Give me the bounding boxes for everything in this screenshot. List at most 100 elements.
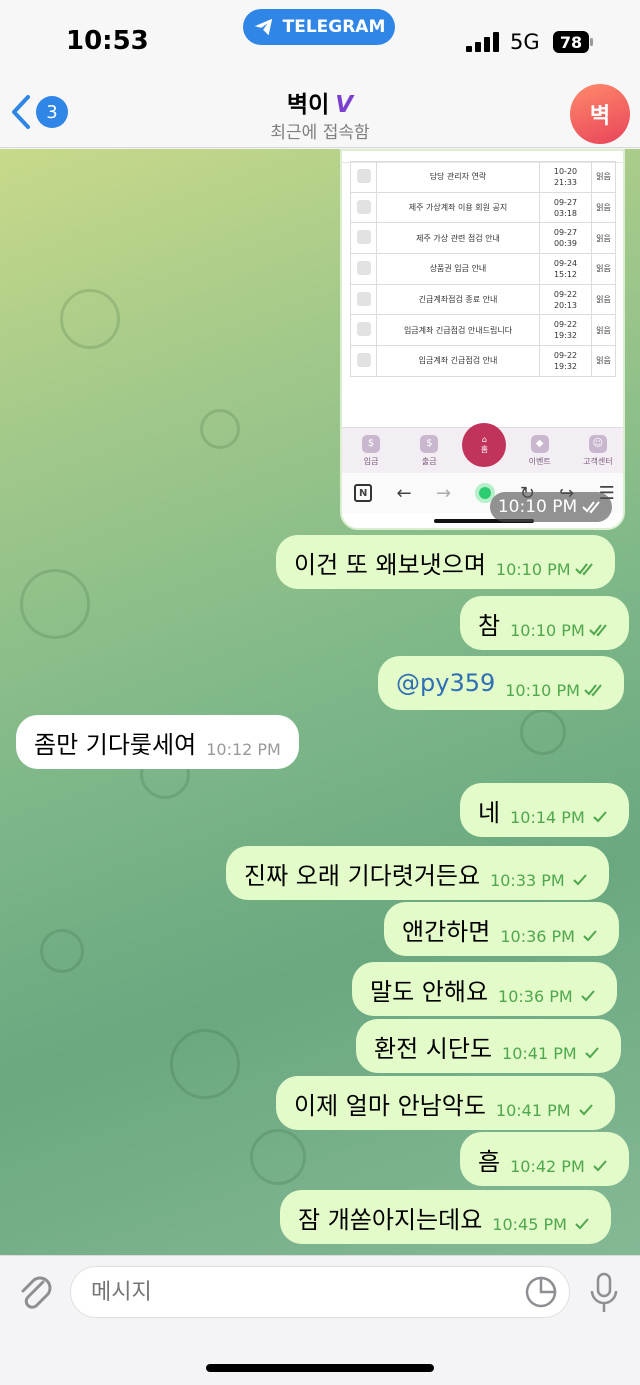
message-time: 10:36 PM: [498, 986, 573, 1006]
message-time: 10:10 PM: [505, 680, 580, 700]
title-badge-icon: V: [335, 92, 354, 118]
chat-title[interactable]: 벽이 V: [0, 85, 640, 119]
message-input[interactable]: [70, 1266, 570, 1318]
message-text: 말도 안해요: [370, 977, 489, 1006]
nav-home: ⌂ 홈: [462, 422, 507, 467]
message-bubble-outgoing[interactable]: 흠 10:42 PM: [460, 1132, 629, 1186]
notice-row: 상품권 입금 안내 09-24 15:12 읽음: [350, 253, 616, 285]
double-check-icon: [582, 501, 600, 514]
message-text: 이제 얼마 안남악도: [294, 1091, 486, 1120]
notice-title: 긴급계좌점검 종료 안내: [376, 283, 540, 316]
message-time: 10:41 PM: [495, 1100, 571, 1120]
nav-withdraw: $ 출금: [404, 434, 454, 467]
image-timestamp: 10:10 PM: [490, 492, 612, 522]
message-bubble-outgoing[interactable]: 네 10:14 PM: [460, 783, 629, 837]
check-icon: [573, 874, 587, 886]
doodle-pattern: [200, 409, 240, 449]
check-icon: [580, 990, 595, 1002]
message-bubble-outgoing[interactable]: 잠 개쏟아지는데요 10:45 PM: [280, 1190, 611, 1244]
check-icon: [578, 1104, 593, 1116]
mention-link[interactable]: @py359: [396, 669, 495, 697]
nav-withdraw-label: 출금: [421, 456, 437, 466]
image-message[interactable]: 담당 관리자 연락 10-20 21:33 읽음 제주 가상계좌 이용 회원 공지 09-…: [340, 149, 625, 530]
home-indicator: [206, 1364, 434, 1372]
check-icon: [593, 811, 607, 823]
notice-status: 읽음: [591, 314, 616, 347]
paperclip-icon[interactable]: [16, 1270, 56, 1314]
status-time: 10:53: [66, 26, 149, 56]
notice-title: 상품권 입금 안내: [376, 253, 540, 285]
message-time: 10:10 PM: [495, 559, 571, 579]
notice-title: 제주 가상계좌 이용 회원 공지: [376, 191, 540, 224]
notice-date: 09-27 00:39: [539, 222, 592, 255]
message-text: 참: [478, 611, 501, 640]
message-time: 10:36 PM: [500, 926, 575, 946]
check-icon: [583, 930, 597, 942]
message-bubble-incoming[interactable]: 좀만 기다룿세여 10:12 PM: [16, 715, 299, 769]
battery-tip: [590, 38, 593, 46]
notice-title: 제주 가상 관련 점검 안내: [376, 222, 540, 255]
message-text: 이건 또 왜보냇으며: [294, 550, 486, 579]
home-icon: ⌂: [481, 434, 487, 444]
message-bubble-outgoing[interactable]: 앤간하면 10:36 PM: [384, 902, 619, 956]
message-bubble-outgoing[interactable]: 이건 또 왜보냇으며 10:10 PM: [276, 535, 615, 589]
telegram-pill[interactable]: TELEGRAM: [243, 9, 395, 45]
notice-status: 읽음: [591, 222, 616, 255]
notice-row: 긴급계좌점검 종료 안내 09-22 20:13 읽음: [350, 283, 616, 316]
nav-event-label: 이벤트: [528, 456, 551, 466]
deposit-icon: $: [362, 434, 381, 453]
row-checkbox: [350, 222, 377, 255]
notice-date: 09-22 19:32: [539, 345, 592, 377]
nav-support-label: 고객센터: [583, 456, 613, 466]
message-bubble-outgoing[interactable]: 이제 얼마 안남악도 10:41 PM: [276, 1076, 615, 1130]
row-checkbox: [350, 161, 377, 193]
message-bubble-outgoing[interactable]: 참 10:10 PM: [460, 596, 629, 650]
notice-status: 읽음: [591, 283, 616, 316]
message-time: 10:14 PM: [510, 807, 585, 827]
message-text: 잠 개쏟아지는데요: [298, 1205, 483, 1234]
telegram-icon: [254, 18, 272, 36]
notice-status: 읽음: [591, 253, 616, 285]
notice-row: 입금계좌 긴급점검 안내 09-22 19:32 읽음: [350, 345, 616, 377]
signal-icon: [466, 32, 499, 52]
message-time: 10:33 PM: [490, 870, 565, 890]
microphone-icon[interactable]: [589, 1272, 619, 1314]
double-check-icon: [589, 624, 607, 637]
row-checkbox: [350, 253, 377, 285]
doodle-pattern: [520, 709, 566, 755]
notice-row: 입금계좌 긴급점검 안내드립니다 09-22 19:32 읽음: [350, 314, 616, 347]
message-text: 진짜 오래 기다렷거든요: [244, 861, 481, 890]
notice-date: 09-22 20:13: [539, 283, 592, 316]
notice-date: 09-24 15:12: [539, 253, 592, 285]
message-bubble-outgoing[interactable]: @py359 10:10 PM: [378, 656, 624, 710]
notice-row: 담당 관리자 연락 10-20 21:33 읽음: [350, 161, 616, 193]
doodle-pattern: [40, 929, 84, 973]
notice-date: 10-20 21:33: [539, 161, 592, 193]
notice-status: 읽음: [591, 161, 616, 193]
check-icon: [575, 1218, 589, 1230]
message-text: 좀만 기다룿세여: [34, 730, 197, 759]
row-checkbox: [350, 283, 377, 316]
doodle-pattern: [20, 569, 90, 639]
message-bubble-outgoing[interactable]: 환전 시단도 10:41 PM: [356, 1019, 621, 1073]
site-bottom-nav: $ 입금 $ 출금 ⌂ 홈 ◆ 이벤트 ☺ 고객센터: [342, 422, 623, 473]
avatar[interactable]: 벽: [570, 84, 630, 144]
sticker-icon[interactable]: [524, 1275, 558, 1309]
row-checkbox: [350, 345, 377, 377]
nav-support: ☺ 고객센터: [573, 434, 623, 467]
check-icon: [584, 1047, 599, 1059]
message-bubble-outgoing[interactable]: 진짜 오래 기다렷거든요 10:33 PM: [226, 846, 609, 900]
row-checkbox: [350, 191, 377, 224]
nav-deposit-label: 입금: [363, 456, 379, 466]
doodle-pattern: [250, 1129, 306, 1185]
message-time: 10:10 PM: [510, 620, 585, 640]
battery-icon: 78: [553, 31, 589, 53]
message-time: 10:42 PM: [510, 1156, 585, 1176]
message-time: 10:12 PM: [206, 739, 281, 759]
doodle-pattern: [170, 1029, 240, 1099]
message-text: 네: [478, 798, 501, 827]
message-bubble-outgoing[interactable]: 말도 안해요 10:36 PM: [352, 962, 617, 1016]
notice-title: 담당 관리자 연락: [376, 161, 540, 193]
notice-title: 입금계좌 긴급점검 안내드립니다: [376, 314, 540, 347]
telegram-pill-label: TELEGRAM: [282, 17, 386, 37]
